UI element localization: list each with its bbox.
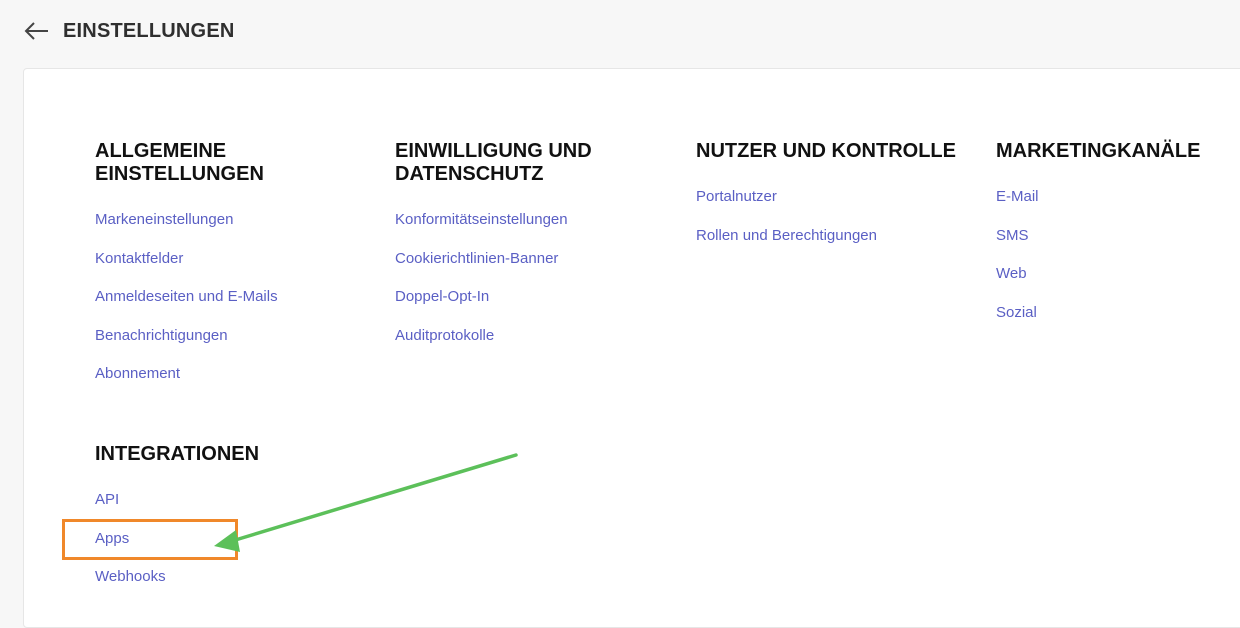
section-title-integrations: INTEGRATIONEN: [95, 443, 260, 465]
section-title-users: NUTZER UND KONTROLLE: [696, 140, 956, 162]
link-double-opt-in[interactable]: Doppel-Opt-In: [395, 287, 489, 307]
link-webhooks[interactable]: Webhooks: [95, 567, 166, 587]
section-integrations: INTEGRATIONEN API Apps Webhooks: [95, 443, 365, 587]
settings-card: ALLGEMEINE EINSTELLUNGEN Markeneinstellu…: [23, 68, 1240, 628]
link-roles-permissions[interactable]: Rollen und Berechtigungen: [696, 226, 877, 246]
consent-links: Konformitätseinstellungen Cookierichtlin…: [395, 210, 665, 346]
section-title-general: ALLGEMEINE EINSTELLUNGEN: [95, 140, 264, 185]
link-compliance-settings[interactable]: Konformitätseinstellungen: [395, 210, 568, 230]
link-cookie-banner[interactable]: Cookierichtlinien-Banner: [395, 249, 558, 269]
link-apps[interactable]: Apps: [95, 529, 129, 549]
page-header: EINSTELLUNGEN: [0, 0, 1240, 68]
section-general-settings: ALLGEMEINE EINSTELLUNGEN Markeneinstellu…: [95, 140, 365, 384]
section-consent-privacy: EINWILLIGUNG UND DATENSCHUTZ Konformität…: [395, 140, 665, 346]
link-audit-logs[interactable]: Auditprotokolle: [395, 326, 494, 346]
link-sms[interactable]: SMS: [996, 226, 1029, 246]
link-api[interactable]: API: [95, 490, 119, 510]
link-portal-users[interactable]: Portalnutzer: [696, 187, 777, 207]
link-email[interactable]: E-Mail: [996, 187, 1039, 207]
link-brand-settings[interactable]: Markeneinstellungen: [95, 210, 233, 230]
channels-links: E-Mail SMS Web Sozial: [996, 187, 1240, 323]
section-marketing-channels: MARKETINGKANÄLE E-Mail SMS Web Sozial: [996, 140, 1240, 323]
link-contact-fields[interactable]: Kontaktfelder: [95, 249, 183, 269]
back-button[interactable]: [22, 18, 52, 46]
section-title-consent: EINWILLIGUNG UND DATENSCHUTZ: [395, 140, 592, 185]
link-subscription[interactable]: Abonnement: [95, 364, 180, 384]
users-links: Portalnutzer Rollen und Berechtigungen: [696, 187, 966, 246]
section-title-channels: MARKETINGKANÄLE: [996, 140, 1201, 162]
section-users-control: NUTZER UND KONTROLLE Portalnutzer Rollen…: [696, 140, 966, 246]
link-social[interactable]: Sozial: [996, 303, 1037, 323]
page-title: EINSTELLUNGEN: [63, 20, 235, 42]
general-links: Markeneinstellungen Kontaktfelder Anmeld…: [95, 210, 365, 384]
link-notifications[interactable]: Benachrichtigungen: [95, 326, 228, 346]
integrations-links: API Apps Webhooks: [95, 490, 365, 587]
arrow-left-icon: [24, 22, 48, 40]
link-web[interactable]: Web: [996, 264, 1027, 284]
link-signup-pages[interactable]: Anmeldeseiten und E-Mails: [95, 287, 278, 307]
